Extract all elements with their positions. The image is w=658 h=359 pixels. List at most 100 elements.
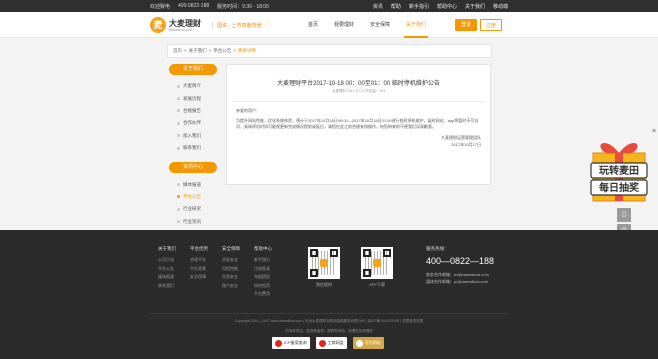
- icp-badge[interactable]: ICP备案查询: [272, 337, 310, 349]
- footer-divider: [150, 313, 508, 314]
- site-header: 麦 大麦理财 damailicai.com 国资 · 上市双重背景 首页 我要理…: [0, 12, 658, 38]
- sidebar-item-industry-news[interactable]: 行业资讯: [177, 216, 219, 228]
- sidebar-item-join[interactable]: 加入我们: [177, 130, 219, 142]
- article-paragraph: 为提升网站性能、优化系统体验，预计于2017年10月18日00:00—2017年…: [236, 118, 479, 129]
- promo-line2: 每日抽奖: [599, 181, 640, 194]
- wechat-qr: 微信理财: [307, 247, 341, 288]
- gift-bow-right: [619, 142, 638, 154]
- topbar-link-news[interactable]: 资讯: [373, 3, 383, 10]
- sidebar-item-label: 加入我们: [183, 132, 201, 138]
- nav-home[interactable]: 首页: [300, 12, 326, 38]
- sidebar: 关于我们 大麦简介 发展历程 合规报告 合作伙伴 加入我们 联系我们 资讯中心 …: [167, 64, 219, 236]
- footer-link[interactable]: 公司介绍: [158, 256, 176, 265]
- copyright-text: Copyright 2014—2017 www.damailicai.com |…: [234, 319, 424, 323]
- biz-mail: 商务合作邮箱：bd@damailicai.com: [426, 272, 489, 277]
- footer-link[interactable]: 平台费用: [254, 290, 272, 299]
- sidebar-item-partners[interactable]: 合作伙伴: [177, 117, 219, 129]
- article-meta: 大麦理财 2017.10.17 浏览量：493: [331, 89, 386, 93]
- topbar-link-mobile[interactable]: 移动端: [493, 3, 508, 10]
- service-hotline-number: 400—0822—188: [426, 256, 495, 266]
- footer-link[interactable]: 联系我们: [158, 282, 176, 291]
- gift-bow-left: [600, 142, 619, 154]
- sidebar-item-label: 合作伙伴: [183, 120, 201, 126]
- bullet-icon: [177, 134, 180, 138]
- bullet-icon: [177, 195, 180, 199]
- check-icon: [355, 339, 363, 347]
- breadcrumb: 首页 > 关于我们 > 平台公告 > 重要详情: [167, 44, 492, 58]
- topbar-link-guide[interactable]: 新手指引: [409, 3, 429, 10]
- breadcrumb-announcements[interactable]: 平台公告: [213, 45, 231, 57]
- footer-link[interactable]: 如何投资: [254, 282, 272, 291]
- mobile-app-icon[interactable]: ▯: [617, 208, 631, 222]
- article-divider: [233, 101, 484, 102]
- login-button[interactable]: 登录: [455, 19, 477, 31]
- sidebar-item-label: 平台公告: [183, 193, 201, 199]
- footer-link[interactable]: 风险控制: [222, 265, 240, 274]
- sidebar-item-media[interactable]: 媒体报道: [177, 178, 219, 190]
- nav-invest[interactable]: 我要理财: [326, 12, 362, 38]
- site-logo[interactable]: 麦 大麦理财 damailicai.com: [150, 15, 210, 35]
- article-signature: 大麦理财运营管理团队 2017年10月17日: [227, 134, 490, 148]
- sidebar-item-label: 联系我们: [183, 145, 201, 151]
- trusted-site-badge[interactable]: 可信网站: [352, 337, 384, 349]
- footer-link[interactable]: 平台背景: [190, 265, 208, 274]
- footer-link[interactable]: 注册登录: [254, 265, 272, 274]
- sidebar-item-contact[interactable]: 联系我们: [177, 142, 219, 154]
- logo-subtext: damailicai.com: [169, 27, 193, 32]
- article-title: 大麦理财平台2017-10-18 00：00至01：00 临时停机维护公告: [277, 81, 440, 87]
- footer-link[interactable]: 新手指引: [254, 256, 272, 265]
- topbar-link-help-center[interactable]: 帮助中心: [437, 3, 457, 10]
- main-nav: 首页 我要理财 安全保障 关于我们: [300, 12, 434, 38]
- footer-link[interactable]: 资金安全: [222, 256, 240, 265]
- footer-col-title: 关于我们: [158, 246, 176, 251]
- qr-code-icon: [361, 247, 393, 279]
- promo-close-icon[interactable]: ×: [652, 128, 656, 135]
- sidebar-item-research[interactable]: 行业研究: [177, 203, 219, 215]
- emblem-icon: [275, 339, 282, 347]
- breadcrumb-about[interactable]: 关于我们: [189, 45, 207, 57]
- qr-label: 微信理财: [316, 282, 332, 287]
- bullet-icon: [177, 146, 180, 150]
- qr-code-icon: [308, 247, 340, 279]
- footer-col-about: 关于我们 公司介绍 平台公告 媒体报道 联系我们: [158, 246, 176, 290]
- bullet-icon: [177, 183, 180, 187]
- topbar-link-help[interactable]: 帮助: [391, 3, 401, 10]
- sidebar-group-about-title: 关于我们: [169, 64, 217, 75]
- footer-link[interactable]: 平台公告: [158, 265, 176, 274]
- sidebar-item-intro[interactable]: 大麦简介: [177, 80, 219, 92]
- footer-link[interactable]: 信息安全: [222, 273, 240, 282]
- nav-security[interactable]: 安全保障: [362, 12, 398, 38]
- top-bar: 欢迎致电 400-0822-188 服务时间：9:30 - 18:00 资讯 帮…: [0, 0, 658, 12]
- footer-link[interactable]: 安全保障: [190, 273, 208, 282]
- article-date: 2017年10月17日: [451, 142, 481, 147]
- sidebar-item-compliance[interactable]: 合规报告: [177, 105, 219, 117]
- risk-notice: 市场有风险，投资需谨慎，理财有风险，请理性投资理财: [285, 329, 373, 333]
- footer-contact: 服务热线： 400—0822—188 商务合作邮箱：bd@damailicai.…: [426, 246, 494, 285]
- nav-about[interactable]: 关于我们: [398, 12, 434, 38]
- footer-link[interactable]: 账户安全: [222, 282, 240, 291]
- welcome-text: 欢迎致电: [150, 4, 171, 10]
- business-badge[interactable]: 工商网监: [315, 337, 347, 349]
- sidebar-item-announcements[interactable]: 平台公告: [177, 191, 219, 203]
- footer-link[interactable]: 充值提现: [254, 273, 272, 282]
- bullet-icon: [177, 97, 180, 101]
- breadcrumb-sep: >: [184, 48, 187, 53]
- announcement-article: 大麦理财平台2017-10-18 00：00至01：00 临时停机维护公告 大麦…: [226, 64, 491, 185]
- topbar-link-about[interactable]: 关于我们: [465, 3, 485, 10]
- shield-icon: [318, 339, 326, 347]
- topbar-hours: 服务时间：9:30 - 18:00: [217, 4, 269, 10]
- sidebar-item-label: 媒体报道: [183, 181, 201, 187]
- article-signature-team: 大麦理财运营管理团队: [441, 135, 481, 140]
- sidebar-group-about: 大麦简介 发展历程 合规报告 合作伙伴 加入我们 联系我们: [167, 75, 219, 154]
- footer-link[interactable]: 媒体报道: [158, 273, 176, 282]
- article-greeting: 亲爱的用户：: [236, 108, 260, 113]
- breadcrumb-home[interactable]: 首页: [173, 45, 182, 57]
- register-button[interactable]: 注册: [480, 19, 502, 31]
- sidebar-item-label: 行业资讯: [183, 218, 201, 224]
- sidebar-item-label: 行业研究: [183, 206, 201, 212]
- logo-mark-icon: 麦: [150, 17, 166, 33]
- daily-lottery-promo[interactable]: 玩转麦田 每日抽奖: [589, 133, 649, 206]
- footer-mails: 商务合作邮箱：bd@damailicai.com 媒体合作邮箱：pr@damai…: [426, 271, 494, 285]
- sidebar-item-history[interactable]: 发展历程: [177, 92, 219, 104]
- footer-link[interactable]: 合规平台: [190, 256, 208, 265]
